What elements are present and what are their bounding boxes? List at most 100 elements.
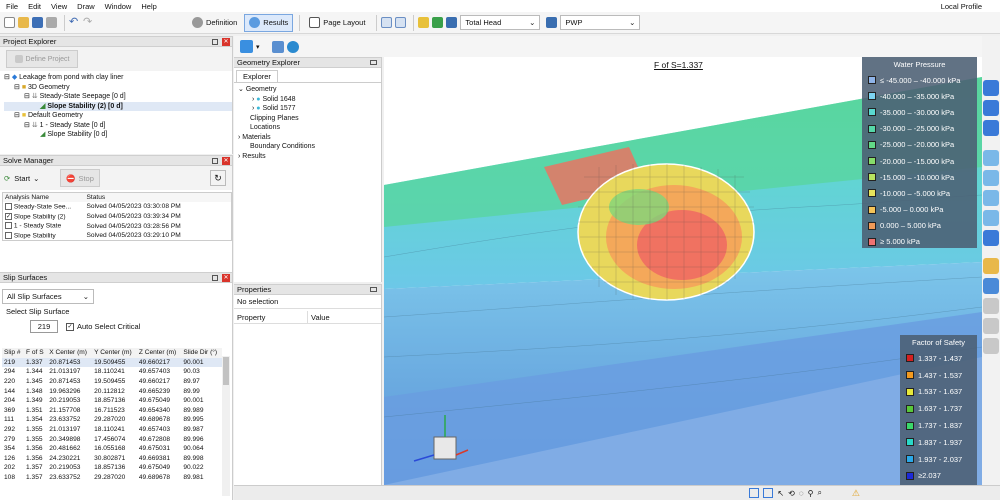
table-row[interactable]: 354 1.356 20.481662 16.055168 49.675031 90.06… <box>2 444 222 454</box>
chevron-down-icon[interactable]: ▾ <box>256 43 260 51</box>
redo-icon[interactable]: ↷ <box>83 17 94 28</box>
undo-icon[interactable]: ↶ <box>69 17 80 28</box>
stop-button[interactable]: ⛔ Stop <box>60 169 100 187</box>
save-icon[interactable] <box>32 17 43 28</box>
table-row[interactable]: 220 1.345 20.871453 19.509455 49.660217 89.97 <box>2 377 222 387</box>
contour-icon[interactable] <box>446 17 458 28</box>
open-folder-icon[interactable] <box>18 17 29 28</box>
definition-button[interactable]: Definition <box>187 14 242 32</box>
table-row[interactable]: Slope Stability Solved 04/05/2023 03:29:1… <box>3 231 232 241</box>
cursor-icon[interactable]: ↖ <box>777 489 784 498</box>
slip-filter-select[interactable]: All Slip Surfaces ⌄ <box>2 289 94 304</box>
zoom-icon[interactable] <box>983 80 999 96</box>
snap-grid-icon[interactable] <box>749 488 760 498</box>
display-icon[interactable] <box>763 488 774 498</box>
rotate-icon[interactable] <box>983 120 999 136</box>
table-row[interactable]: ✓ Slope Stability (2) Solved 04/05/2023 0… <box>3 212 232 222</box>
pin-icon[interactable] <box>212 38 218 45</box>
graph-icon[interactable] <box>432 17 444 28</box>
settings-icon[interactable] <box>983 338 999 354</box>
close-icon[interactable]: ✕ <box>222 273 230 282</box>
tree-item-project[interactable]: ⊟ ◆ Leakage from pond with clay liner <box>4 73 232 83</box>
gear-icon[interactable] <box>286 40 299 53</box>
slip-number-input[interactable]: 219 <box>30 320 58 333</box>
table-row[interactable]: 202 1.357 20.219053 18.857136 49.675049 90.02… <box>2 463 222 473</box>
tree-item-seepage[interactable]: ⊟ ⇊ Steady-State Seepage [0 d] <box>4 92 232 102</box>
table-row[interactable]: 294 1.344 21.013197 18.110241 49.657403 90.03 <box>2 367 222 377</box>
menu-help[interactable]: Help <box>141 2 156 11</box>
tree-item-geometry[interactable]: ⌄ Geometry <box>238 85 381 95</box>
table-icon[interactable] <box>381 17 393 28</box>
result-set-select[interactable]: PWP ⌄ <box>560 15 641 30</box>
tree-item-clipping-planes[interactable]: Clipping Planes <box>238 114 381 124</box>
new-file-icon[interactable] <box>4 17 15 28</box>
start-button[interactable]: ⟳ Start ⌄ <box>4 169 52 187</box>
pin-icon[interactable] <box>212 157 218 164</box>
pin-icon[interactable] <box>370 60 377 65</box>
view-iso-icon[interactable] <box>983 210 999 226</box>
local-profile[interactable]: Local Profile <box>941 2 982 11</box>
tree-item-solid-1577[interactable]: › ● Solid 1577 <box>238 104 381 114</box>
refresh-button[interactable]: ↻ <box>210 170 226 186</box>
tree-item-steady-state[interactable]: ⊟ ⇊ 1 - Steady State [0 d] <box>4 121 232 131</box>
define-project-button[interactable]: Define Project <box>6 50 78 68</box>
close-icon[interactable]: ✕ <box>222 156 230 165</box>
menu-window[interactable]: Window <box>105 2 132 11</box>
table-row[interactable]: 144 1.348 19.963296 20.112812 49.665239 89.99 <box>2 386 222 396</box>
view-orientation-icon[interactable] <box>240 40 253 53</box>
grid-icon[interactable] <box>395 17 407 28</box>
layers-icon[interactable] <box>983 278 999 294</box>
print-icon[interactable] <box>46 17 57 28</box>
table-row[interactable]: 219 1.337 20.871453 19.509455 49.660217 90.00… <box>2 357 222 368</box>
clip-icon[interactable] <box>983 298 999 314</box>
checkbox[interactable] <box>5 231 12 239</box>
checkbox-checked[interactable]: ✓ <box>5 212 12 220</box>
table-row[interactable]: Steady-State See... Solved 04/05/2023 03:… <box>3 202 232 212</box>
view-front-icon[interactable] <box>983 150 999 166</box>
pin-icon[interactable] <box>370 287 377 292</box>
menu-file[interactable]: File <box>6 2 18 11</box>
table-row[interactable]: 108 1.357 23.633752 29.287020 49.689678 89.98… <box>2 473 222 483</box>
view-side-icon[interactable] <box>983 190 999 206</box>
table-row[interactable]: 292 1.355 21.013197 18.110241 49.657403 89.98… <box>2 425 222 435</box>
search-icon[interactable]: ⌕ <box>817 488 821 498</box>
section-icon[interactable] <box>983 318 999 334</box>
warning-icon[interactable]: ⚠ <box>852 488 860 499</box>
table-row[interactable]: 111 1.354 23.633752 29.287020 49.689678 89.99… <box>2 415 222 425</box>
tree-item-3d-geometry[interactable]: ⊟ ■ 3D Geometry <box>4 83 232 93</box>
menu-draw[interactable]: Draw <box>77 2 95 11</box>
auto-select-checkbox[interactable]: ✓ <box>66 322 74 331</box>
slip-table-scrollbar[interactable] <box>222 356 230 496</box>
tree-item-results[interactable]: › Results <box>238 152 381 162</box>
3d-viewport[interactable]: F of S=1.337 Water Pressure ≤ -45.000 – … <box>384 57 982 485</box>
orbit-icon[interactable]: ◌ <box>799 489 804 498</box>
auto-select-critical[interactable]: ✓ Auto Select Critical <box>66 322 140 331</box>
rotate-view-icon[interactable]: ⟲ <box>788 489 795 498</box>
table-row[interactable]: 369 1.351 21.157708 16.711523 49.654340 89.98… <box>2 406 222 416</box>
tree-item-solid-1648[interactable]: › ● Solid 1648 <box>238 95 381 105</box>
chart-icon[interactable] <box>418 17 430 28</box>
tree-item-slope-stability-2[interactable]: ◢ Slope Stability (2) [0 d] <box>4 101 232 111</box>
menu-view[interactable]: View <box>51 2 67 11</box>
contour-range-icon[interactable] <box>546 17 558 28</box>
tree-item-boundary-conditions[interactable]: Boundary Conditions <box>238 142 381 152</box>
table-row[interactable]: 1 - Steady State Solved 04/05/2023 03:28:… <box>3 221 232 231</box>
table-row[interactable]: 204 1.349 20.219053 18.857136 49.675049 90.00… <box>2 396 222 406</box>
results-button[interactable]: Results <box>244 13 294 32</box>
page-layout-button[interactable]: Page Layout <box>304 14 370 32</box>
tab-explorer[interactable]: Explorer <box>236 70 278 82</box>
tree-item-slope-stability[interactable]: ◢ Slope Stability [0 d] <box>4 130 232 140</box>
checkbox[interactable] <box>5 222 12 230</box>
menu-edit[interactable]: Edit <box>28 2 41 11</box>
tree-item-default-geometry[interactable]: ⊟ ■ Default Geometry <box>4 111 232 121</box>
paint-icon[interactable] <box>983 258 999 274</box>
fit-view-icon[interactable] <box>983 230 999 246</box>
checkbox[interactable] <box>5 203 12 211</box>
pan-icon[interactable] <box>983 100 999 116</box>
view-top-icon[interactable] <box>983 170 999 186</box>
table-row[interactable]: 279 1.355 20.349898 17.456074 49.672808 89.99… <box>2 434 222 444</box>
measure-icon[interactable]: ⚲ <box>808 489 814 498</box>
cube-view-icon[interactable] <box>271 40 284 53</box>
tree-item-materials[interactable]: › Materials <box>238 133 381 143</box>
pin-icon[interactable] <box>212 274 218 281</box>
